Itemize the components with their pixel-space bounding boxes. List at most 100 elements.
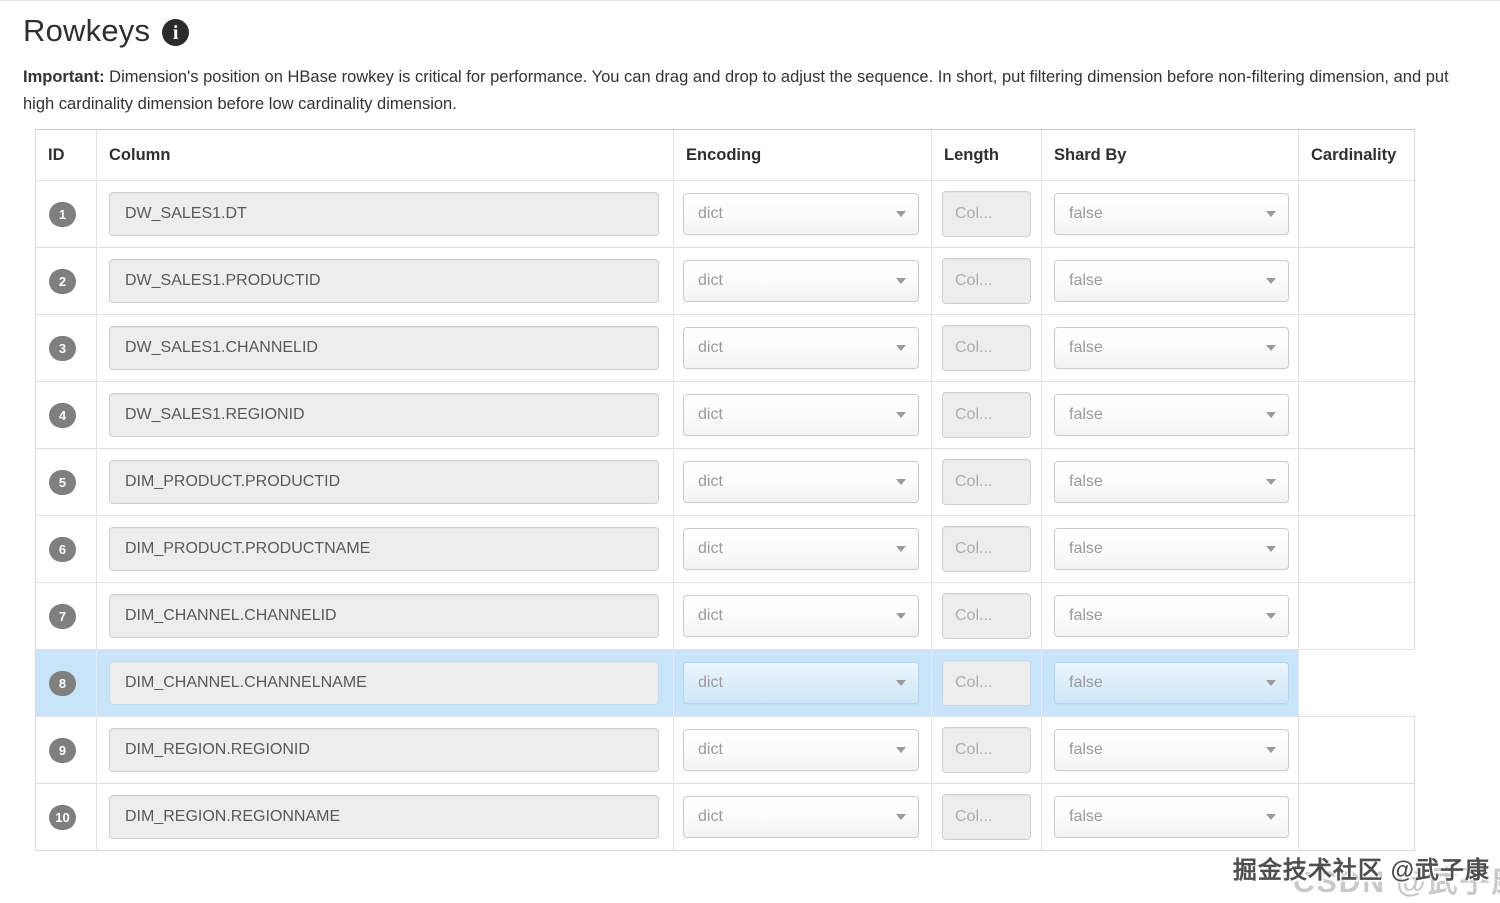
table-row[interactable]: 4 DW_SALES1.REGIONID dict Col... false: [36, 381, 1414, 448]
table-row[interactable]: 8 DIM_CHANNEL.CHANNELNAME dict Col... fa…: [36, 649, 1414, 716]
column-input[interactable]: DW_SALES1.CHANNELID: [109, 326, 659, 370]
encoding-select[interactable]: dict: [683, 595, 919, 637]
shardby-select[interactable]: false: [1054, 327, 1289, 369]
row-id-badge[interactable]: 5: [49, 470, 76, 495]
length-input[interactable]: Col...: [942, 325, 1031, 371]
column-input[interactable]: DW_SALES1.DT: [109, 192, 659, 236]
table-row[interactable]: 10 DIM_REGION.REGIONNAME dict Col... fal…: [36, 783, 1414, 850]
info-circle-icon[interactable]: i: [162, 19, 189, 46]
shardby-select[interactable]: false: [1054, 528, 1289, 570]
header-encoding: Encoding: [673, 130, 931, 180]
column-input[interactable]: DW_SALES1.PRODUCTID: [109, 259, 659, 303]
important-label: Important:: [23, 68, 105, 86]
important-text: Dimension's position on HBase rowkey is …: [23, 68, 1449, 113]
watermark-juejin: 掘金技术社区 @武子康: [1233, 850, 1490, 885]
cardinality-cell: [1298, 248, 1416, 314]
length-input[interactable]: Col...: [942, 191, 1031, 237]
header-id: ID: [36, 130, 96, 180]
length-input[interactable]: Col...: [942, 727, 1031, 773]
length-input[interactable]: Col...: [942, 526, 1031, 572]
row-id-badge[interactable]: 7: [49, 604, 76, 629]
table-row[interactable]: 7 DIM_CHANNEL.CHANNELID dict Col... fals…: [36, 582, 1414, 649]
chevron-down-icon: [1266, 747, 1276, 753]
table-row[interactable]: 2 DW_SALES1.PRODUCTID dict Col... false: [36, 247, 1414, 314]
column-input[interactable]: DIM_REGION.REGIONNAME: [109, 795, 659, 839]
shardby-select[interactable]: false: [1054, 729, 1289, 771]
row-id-badge[interactable]: 6: [49, 537, 76, 562]
row-id-badge[interactable]: 4: [49, 403, 76, 428]
shardby-select[interactable]: false: [1054, 394, 1289, 436]
table-row[interactable]: 6 DIM_PRODUCT.PRODUCTNAME dict Col... fa…: [36, 515, 1414, 582]
shardby-select[interactable]: false: [1054, 595, 1289, 637]
encoding-select[interactable]: dict: [683, 394, 919, 436]
length-input[interactable]: Col...: [942, 794, 1031, 840]
length-input[interactable]: Col...: [942, 593, 1031, 639]
length-input[interactable]: Col...: [942, 258, 1031, 304]
chevron-down-icon: [896, 412, 906, 418]
shardby-select[interactable]: false: [1054, 662, 1289, 704]
column-input[interactable]: DIM_PRODUCT.PRODUCTNAME: [109, 527, 659, 571]
encoding-select[interactable]: dict: [683, 461, 919, 503]
cardinality-cell: [1298, 315, 1416, 381]
encoding-select[interactable]: dict: [683, 193, 919, 235]
header-column: Column: [96, 130, 673, 180]
column-input[interactable]: DW_SALES1.REGIONID: [109, 393, 659, 437]
table-row[interactable]: 5 DIM_PRODUCT.PRODUCTID dict Col... fals…: [36, 448, 1414, 515]
cardinality-cell: [1298, 516, 1416, 582]
chevron-down-icon: [1266, 278, 1276, 284]
table-row[interactable]: 3 DW_SALES1.CHANNELID dict Col... false: [36, 314, 1414, 381]
chevron-down-icon: [1266, 412, 1276, 418]
header-shard-by: Shard By: [1041, 130, 1298, 180]
table-row[interactable]: 9 DIM_REGION.REGIONID dict Col... false: [36, 716, 1414, 783]
row-id-badge[interactable]: 9: [49, 738, 76, 763]
row-id-badge[interactable]: 10: [49, 805, 76, 830]
table-header-row: ID Column Encoding Length Shard By Cardi…: [36, 130, 1414, 180]
chevron-down-icon: [896, 278, 906, 284]
encoding-select[interactable]: dict: [683, 729, 919, 771]
column-input[interactable]: DIM_REGION.REGIONID: [109, 728, 659, 772]
table-body: 1 DW_SALES1.DT dict Col... false 2 DW_SA…: [36, 180, 1414, 850]
chevron-down-icon: [1266, 814, 1276, 820]
chevron-down-icon: [1266, 479, 1276, 485]
cardinality-cell: [1298, 717, 1416, 783]
encoding-select[interactable]: dict: [683, 528, 919, 570]
encoding-select[interactable]: dict: [683, 260, 919, 302]
chevron-down-icon: [896, 747, 906, 753]
cardinality-cell: [1298, 784, 1416, 850]
cardinality-cell: [1298, 650, 1416, 716]
important-notice: Important: Dimension's position on HBase…: [23, 64, 1475, 117]
chevron-down-icon: [1266, 613, 1276, 619]
shardby-select[interactable]: false: [1054, 260, 1289, 302]
row-id-badge[interactable]: 3: [49, 336, 76, 361]
chevron-down-icon: [1266, 680, 1276, 686]
encoding-select[interactable]: dict: [683, 662, 919, 704]
chevron-down-icon: [1266, 546, 1276, 552]
column-input[interactable]: DIM_PRODUCT.PRODUCTID: [109, 460, 659, 504]
page-title: Rowkeys: [23, 13, 150, 49]
header-cardinality: Cardinality: [1298, 130, 1416, 180]
row-id-badge[interactable]: 1: [49, 202, 76, 227]
cardinality-cell: [1298, 382, 1416, 448]
table-row[interactable]: 1 DW_SALES1.DT dict Col... false: [36, 180, 1414, 247]
encoding-select[interactable]: dict: [683, 327, 919, 369]
shardby-select[interactable]: false: [1054, 796, 1289, 838]
chevron-down-icon: [896, 680, 906, 686]
length-input[interactable]: Col...: [942, 459, 1031, 505]
chevron-down-icon: [1266, 211, 1276, 217]
rowkeys-table: ID Column Encoding Length Shard By Cardi…: [35, 129, 1415, 851]
page-header: Rowkeys i: [0, 1, 1500, 49]
chevron-down-icon: [1266, 345, 1276, 351]
shardby-select[interactable]: false: [1054, 461, 1289, 503]
encoding-select[interactable]: dict: [683, 796, 919, 838]
chevron-down-icon: [896, 479, 906, 485]
cardinality-cell: [1298, 181, 1416, 247]
length-input[interactable]: Col...: [942, 392, 1031, 438]
chevron-down-icon: [896, 814, 906, 820]
row-id-badge[interactable]: 8: [49, 671, 76, 696]
cardinality-cell: [1298, 449, 1416, 515]
length-input[interactable]: Col...: [942, 660, 1031, 706]
column-input[interactable]: DIM_CHANNEL.CHANNELID: [109, 594, 659, 638]
shardby-select[interactable]: false: [1054, 193, 1289, 235]
row-id-badge[interactable]: 2: [49, 269, 76, 294]
column-input[interactable]: DIM_CHANNEL.CHANNELNAME: [109, 661, 659, 705]
